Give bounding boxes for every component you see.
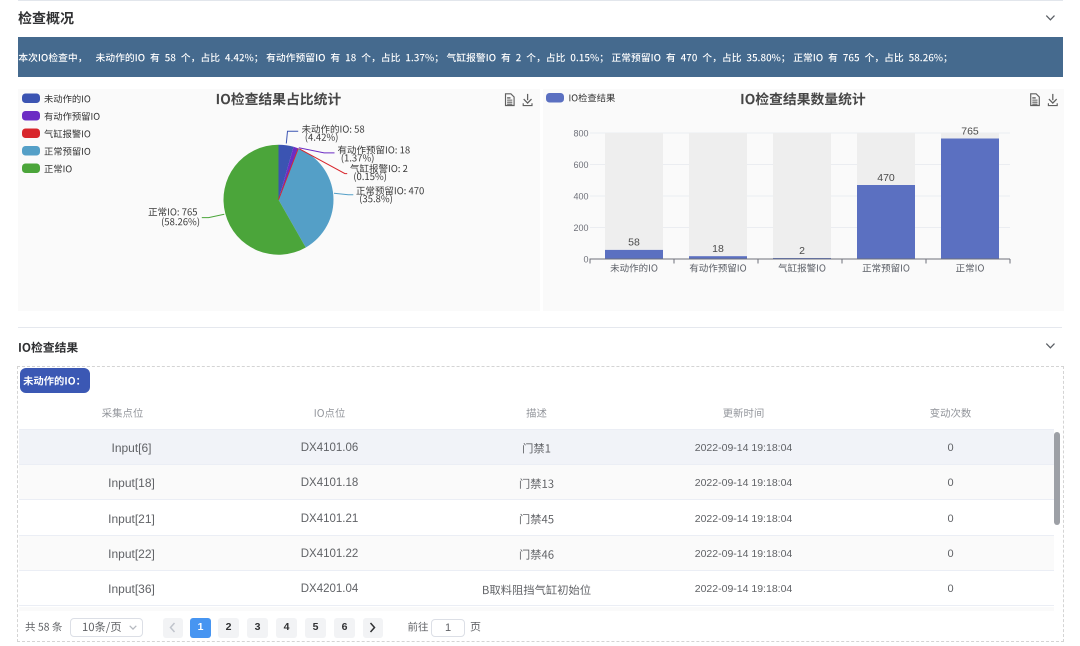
svg-text:765: 765 [961, 125, 979, 137]
svg-text:800: 800 [573, 128, 588, 138]
svg-text:400: 400 [573, 191, 588, 201]
svg-text:0: 0 [583, 254, 588, 264]
svg-text:600: 600 [573, 160, 588, 170]
svg-text:58: 58 [628, 237, 640, 249]
svg-text:2: 2 [799, 245, 805, 257]
svg-text:470: 470 [877, 172, 895, 184]
svg-text:200: 200 [573, 223, 588, 233]
svg-text:18: 18 [712, 243, 724, 255]
